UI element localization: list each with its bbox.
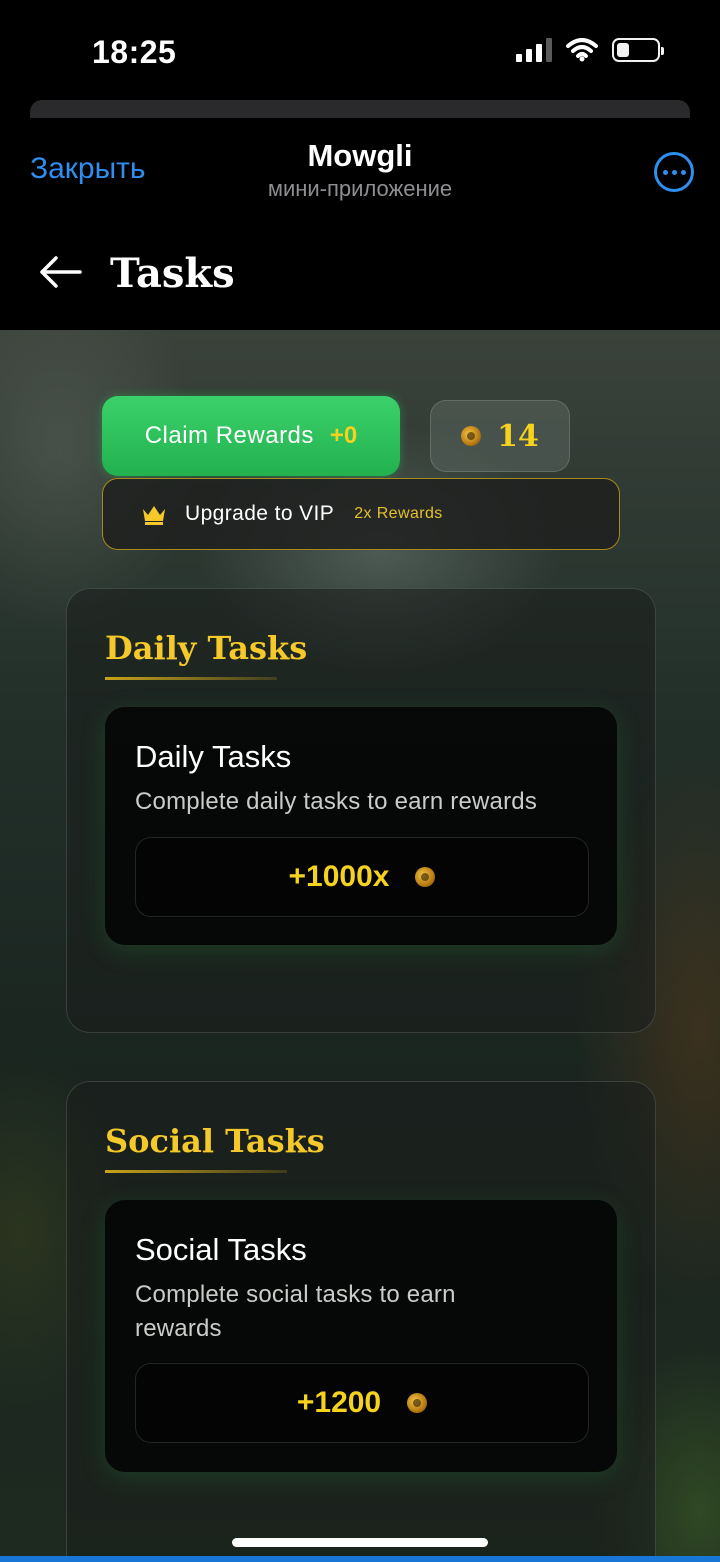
miniapp-subtitle: мини-приложение	[267, 176, 453, 201]
section-title: Daily Tasks	[105, 629, 308, 667]
wifi-icon	[566, 38, 598, 62]
signal-icon	[516, 38, 552, 62]
reward-box: +1000x	[135, 837, 589, 917]
crown-icon	[143, 506, 165, 525]
section-underline	[105, 1170, 287, 1173]
social-tasks-card[interactable]: Social Tasks Complete social tasks to ea…	[105, 1200, 617, 1472]
status-icons	[516, 38, 664, 62]
home-indicator	[232, 1538, 488, 1547]
task-card-description: Complete daily tasks to earn rewards	[135, 788, 538, 815]
social-tasks-section: Social Tasks Social Tasks Complete socia…	[66, 1081, 656, 1562]
coin-icon	[407, 1393, 428, 1413]
coin-icon	[415, 867, 436, 887]
bottom-accent-line	[0, 1556, 720, 1562]
claim-rewards-button[interactable]: Claim Rewards +0	[102, 396, 400, 476]
daily-tasks-card[interactable]: Daily Tasks Complete daily tasks to earn…	[105, 707, 617, 945]
telegram-header: Закрыть Mowgli мини-приложение	[0, 118, 720, 220]
vip-bonus: 2x Rewards	[354, 505, 443, 522]
balance-pill: 14	[430, 400, 570, 472]
more-icon[interactable]	[654, 152, 694, 192]
coin-icon	[461, 426, 482, 446]
status-time: 18:25	[92, 34, 177, 70]
page-title: Tasks	[110, 250, 235, 297]
battery-icon	[612, 38, 664, 62]
upgrade-vip-button[interactable]: Upgrade to VIP 2x Rewards	[102, 478, 620, 550]
daily-tasks-section: Daily Tasks Daily Tasks Complete daily t…	[66, 588, 656, 1033]
back-arrow-icon[interactable]	[36, 252, 84, 292]
miniapp-title: Mowgli	[307, 138, 413, 173]
section-title: Social Tasks	[105, 1122, 325, 1160]
reward-value: +1200	[296, 1386, 382, 1419]
task-card-description: Complete social tasks to earn rewards	[135, 1281, 456, 1342]
claim-rewards-amount: +0	[329, 422, 358, 449]
claim-rewards-label: Claim Rewards	[144, 422, 314, 449]
app-header: Tasks	[0, 220, 720, 330]
vip-label: Upgrade to VIP	[185, 502, 335, 525]
balance-value: 14	[497, 418, 539, 454]
status-bar: 18:25	[0, 0, 720, 100]
reward-value: +1000x	[288, 860, 390, 893]
reward-box: +1200	[135, 1363, 589, 1443]
task-card-title: Social Tasks	[135, 1232, 307, 1267]
sheet-handle	[30, 100, 690, 118]
section-underline	[105, 677, 277, 680]
task-card-title: Daily Tasks	[135, 739, 292, 774]
